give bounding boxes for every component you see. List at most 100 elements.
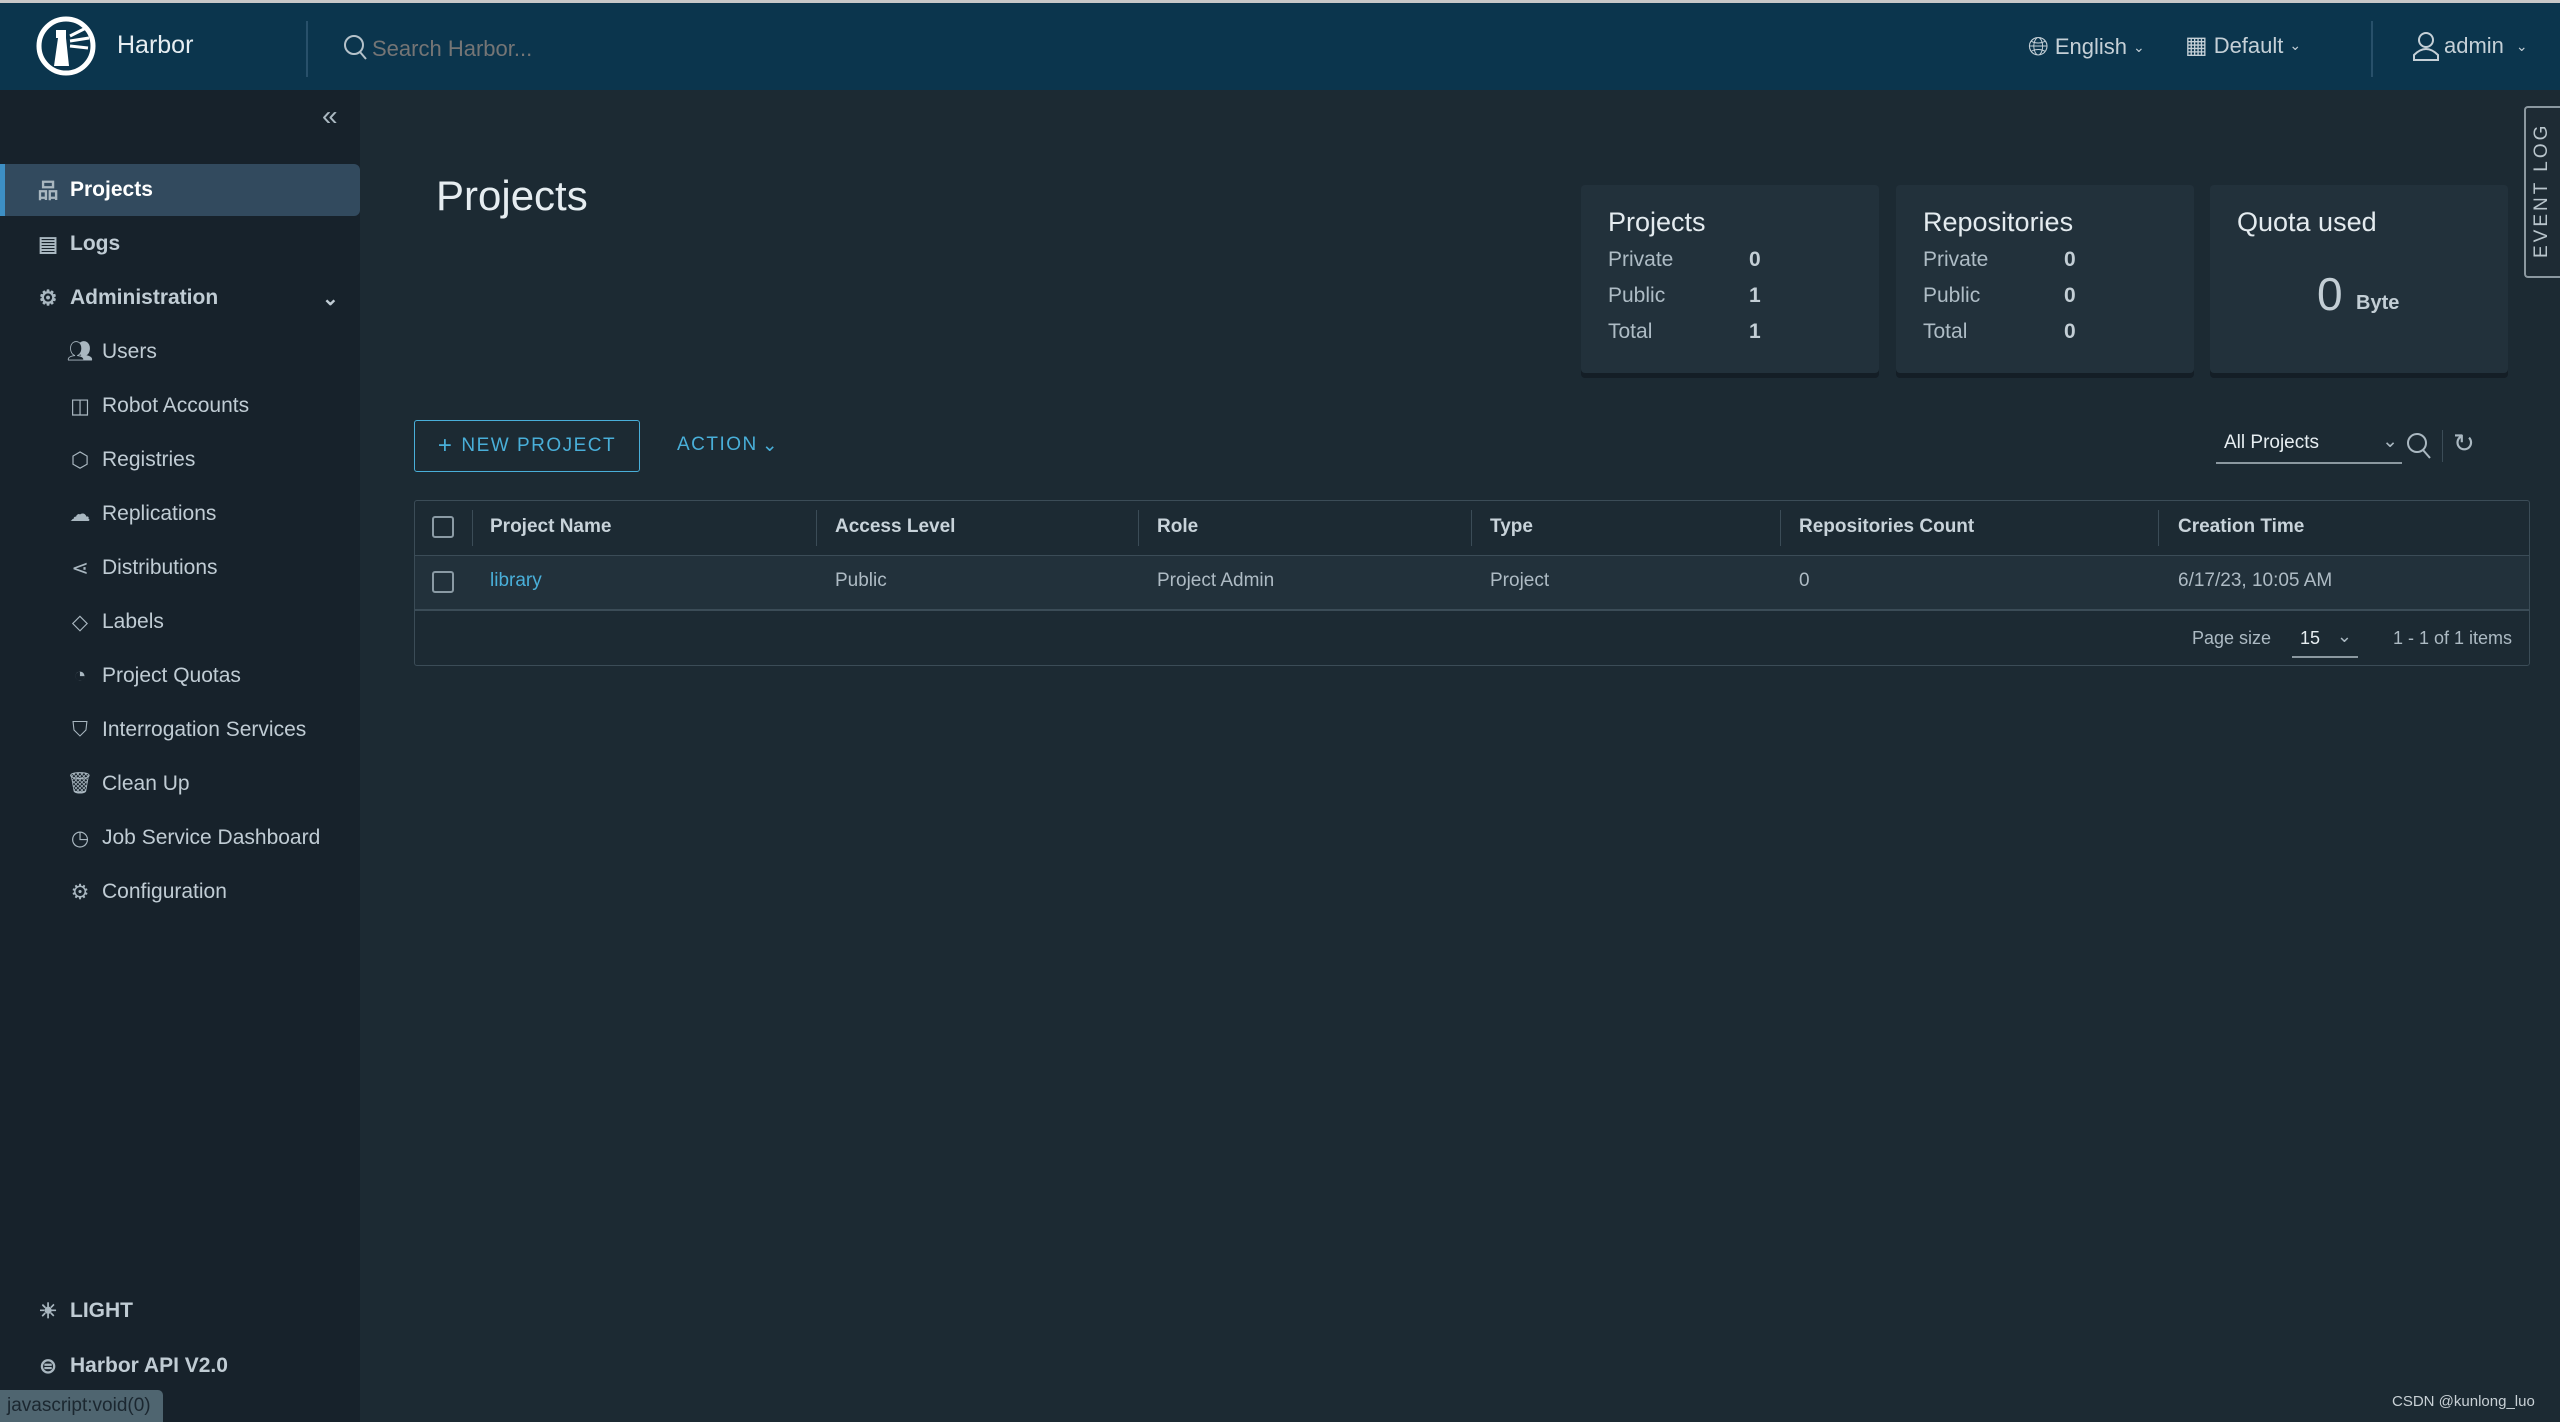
datetime-format-label: Default — [2213, 32, 2284, 58]
public-count: 1 — [1749, 284, 1761, 307]
column-header-access-level[interactable]: Access Level — [835, 516, 955, 538]
header-divider — [2371, 21, 2373, 77]
sidebar-item-registries[interactable]: ⬡ Registries — [0, 434, 360, 486]
action-label: ACTION — [677, 434, 758, 455]
quota-unit: Byte — [2356, 292, 2400, 314]
sidebar-item-label: Administration — [70, 286, 219, 309]
sidebar-item-logs[interactable]: ▤ Logs — [0, 218, 360, 270]
total-count: 0 — [2064, 320, 2076, 343]
column-resize-handle[interactable] — [1471, 510, 1472, 546]
sidebar-item-users[interactable]: 👥︎ Users — [0, 326, 360, 378]
sidebar-item-projects[interactable]: 品 Projects — [0, 164, 360, 216]
role-cell: Project Admin — [1157, 570, 1275, 591]
chevron-down-icon: ⌄ — [2382, 431, 2398, 452]
sidebar-item-label: Clean Up — [102, 772, 190, 795]
sidebar-item-label: Users — [102, 340, 157, 363]
column-header-project-name[interactable]: Project Name — [490, 516, 611, 538]
theme-toggle-label: LIGHT — [70, 1299, 133, 1322]
sidebar-item-label: Projects — [70, 178, 153, 201]
chevron-down-icon: ⌄ — [2132, 38, 2145, 55]
project-filter-value: All Projects — [2224, 432, 2320, 453]
sidebar-item-clean-up[interactable]: 🗑︎ Clean Up — [0, 758, 360, 810]
chevron-down-icon: ⌄ — [2336, 626, 2352, 646]
user-menu[interactable]: admin ⌄ — [2412, 31, 2528, 61]
username: admin — [2444, 33, 2504, 58]
search-icon[interactable] — [2406, 432, 2434, 462]
select-all-checkbox[interactable] — [432, 516, 454, 538]
private-label: Private — [1608, 248, 1674, 271]
column-header-creation-time[interactable]: Creation Time — [2178, 516, 2304, 538]
sidebar-item-configuration[interactable]: ⚙ Configuration — [0, 866, 360, 918]
distributions-icon: ⋖ — [71, 556, 89, 580]
sidebar-item-label: Distributions — [102, 556, 218, 579]
chevron-down-icon: ⌄ — [322, 287, 339, 310]
total-label: Total — [1923, 320, 1968, 343]
api-link-label: Harbor API V2.0 — [70, 1354, 228, 1377]
sidebar-item-interrogation-services[interactable]: ⛉ Interrogation Services — [0, 704, 360, 756]
datetime-format-selector[interactable]: ▦ Default ⌄ — [2185, 31, 2301, 60]
new-project-label: NEW PROJECT — [461, 435, 617, 456]
new-project-button[interactable]: + NEW PROJECT — [414, 420, 640, 472]
quota-value: 0 — [2317, 268, 2343, 320]
collapse-sidebar-icon[interactable]: « — [322, 100, 338, 132]
sidebar-item-project-quotas[interactable]: ◔ Project Quotas — [0, 650, 360, 702]
access-level-cell: Public — [835, 570, 887, 591]
app-name[interactable]: Harbor — [117, 31, 193, 60]
column-header-repositories-count[interactable]: Repositories Count — [1799, 516, 1974, 538]
page-size-select[interactable]: 15 ⌄ — [2292, 624, 2358, 658]
card-title: Projects — [1608, 207, 1706, 237]
creation-time-cell: 6/17/23, 10:05 AM — [2178, 570, 2333, 591]
column-header-role[interactable]: Role — [1157, 516, 1198, 538]
column-resize-handle[interactable] — [1780, 510, 1781, 546]
harbor-api-link[interactable]: ⊜ Harbor API V2.0 — [0, 1340, 360, 1392]
status-bar-url: javascript:void(0) — [0, 1390, 163, 1422]
project-name-link[interactable]: library — [490, 570, 542, 592]
projects-icon: 品 — [37, 180, 59, 203]
repositories-count-cell: 0 — [1799, 570, 1810, 591]
project-filter-select[interactable]: All Projects ⌄ — [2216, 430, 2402, 464]
private-count: 0 — [1749, 248, 1761, 271]
shield-icon: ⛉ — [72, 718, 88, 741]
theme-toggle[interactable]: ☀ LIGHT — [0, 1285, 360, 1337]
row-checkbox[interactable] — [432, 571, 454, 593]
replications-icon: ☁ — [69, 502, 91, 526]
sidebar-item-distributions[interactable]: ⋖ Distributions — [0, 542, 360, 594]
public-label: Public — [1608, 284, 1666, 307]
plus-icon: + — [437, 432, 454, 459]
action-dropdown[interactable]: ACTION ⌄ — [677, 434, 779, 457]
harbor-logo-icon[interactable] — [36, 16, 96, 76]
quota-icon: ◔ — [73, 664, 87, 687]
column-resize-handle[interactable] — [816, 510, 817, 546]
sidebar-item-label: Interrogation Services — [102, 718, 307, 741]
column-resize-handle[interactable] — [2158, 510, 2159, 546]
sidebar-item-labels[interactable]: ◇ Labels — [0, 596, 360, 648]
api-icon: ⊜ — [39, 1354, 57, 1378]
registries-icon: ⬡ — [70, 448, 90, 472]
top-header: Harbor 🌐︎English ⌄ ▦Default ⌄ admin ⌄ — [0, 0, 2560, 90]
language-selector[interactable]: 🌐︎ English ⌄ — [2028, 31, 2145, 63]
private-count: 0 — [2064, 248, 2076, 271]
user-icon — [2413, 32, 2439, 61]
sidebar-item-job-service-dashboard[interactable]: ◷ Job Service Dashboard — [0, 812, 360, 864]
sidebar-item-robot-accounts[interactable]: ◫ Robot Accounts — [0, 380, 360, 432]
sidebar-item-label: Configuration — [102, 880, 227, 903]
sidebar-item-label: Logs — [70, 232, 121, 255]
quota-summary-card: Quota used 0 Byte — [2210, 185, 2508, 373]
column-header-type[interactable]: Type — [1490, 516, 1533, 538]
sidebar-item-replications[interactable]: ☁ Replications — [0, 488, 360, 540]
card-title: Repositories — [1923, 207, 2074, 237]
tag-icon: ◇ — [71, 610, 89, 634]
column-resize-handle[interactable] — [1138, 510, 1139, 546]
pagination-info: 1 - 1 of 1 items — [2393, 628, 2513, 648]
event-log-label: EVENT LOG — [2531, 122, 2552, 258]
event-log-tab[interactable]: EVENT LOG — [2524, 106, 2560, 278]
refresh-icon[interactable]: ↻ — [2453, 428, 2475, 459]
search-input[interactable] — [372, 31, 772, 67]
sidebar: « 品 Projects ▤ Logs ⚙ Administration ⌄ 👥︎ Use… — [0, 90, 360, 1422]
public-label: Public — [1923, 284, 1981, 307]
page-title: Projects — [436, 172, 588, 219]
toolbar-divider — [2442, 430, 2443, 462]
chevron-down-icon: ⌄ — [2289, 37, 2302, 53]
watermark: CSDN @kunlong_luo — [2392, 1393, 2535, 1410]
sidebar-item-administration[interactable]: ⚙ Administration ⌄ — [0, 272, 360, 324]
